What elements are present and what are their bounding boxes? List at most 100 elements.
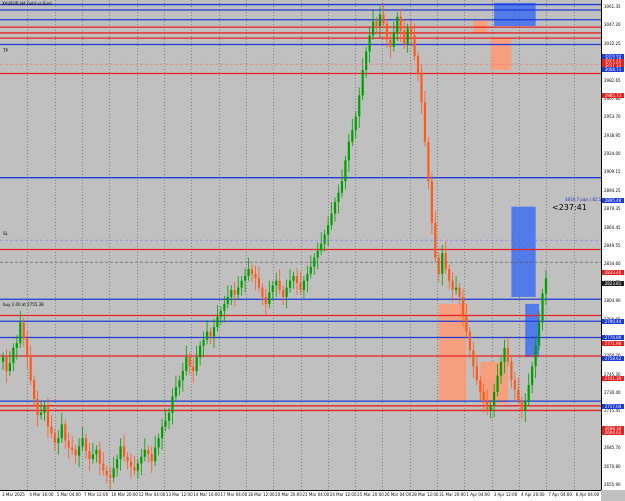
- candle-body: [506, 347, 510, 362]
- price-axis[interactable]: 3061.353047.203032.252997.552982.652967.…: [601, 0, 625, 490]
- candle-body: [195, 357, 198, 372]
- candle-body: [46, 405, 50, 427]
- candle-body: [513, 380, 516, 390]
- candle-body: [39, 412, 43, 416]
- time-axis-label: 3 Mar 2025: [2, 492, 25, 497]
- candle-body: [403, 30, 406, 45]
- candle-body: [244, 276, 247, 281]
- candle-body: [503, 347, 506, 362]
- candle-body: [250, 269, 254, 274]
- candle-body: [202, 339, 205, 346]
- candle-body: [327, 225, 330, 235]
- price-axis-label: 2849.55: [604, 243, 621, 248]
- candle-body: [12, 347, 15, 363]
- price-axis-label: 2685.70: [604, 445, 621, 451]
- candle-body: [185, 357, 188, 372]
- candle-body: [257, 278, 261, 288]
- time-axis-label: 14 Mar 16:00: [193, 492, 220, 497]
- candle-body: [365, 51, 368, 70]
- price-axis-label: 2670.80: [604, 463, 621, 469]
- chart-symbol-header: XAUEUR,H4 Gold vs Euro: [2, 1, 52, 6]
- price-tag: 2694.62: [602, 430, 624, 436]
- candle-body: [406, 28, 409, 45]
- candle-body: [230, 290, 233, 297]
- candle-body: [150, 454, 153, 462]
- candle-body: [112, 468, 115, 478]
- candle-body: [102, 463, 105, 471]
- candle-body: [36, 398, 39, 416]
- candle-body: [378, 14, 382, 26]
- candle-body: [299, 283, 302, 290]
- price-axis-label: 2953.70: [604, 114, 621, 120]
- candle-body: [385, 23, 389, 40]
- candle-body: [105, 470, 108, 476]
- candle-body: [261, 287, 264, 297]
- candle-body: [167, 412, 171, 421]
- candle-body: [292, 276, 295, 281]
- candle-body: [188, 357, 191, 367]
- candle-body: [302, 280, 305, 290]
- candle-body: [320, 243, 323, 251]
- order-zone: [490, 37, 512, 70]
- candle-body: [84, 438, 88, 451]
- candle-body: [60, 424, 63, 439]
- time-axis-label: 17 Mar 04:00: [220, 492, 248, 497]
- candle-body: [275, 280, 278, 286]
- candle-body: [375, 21, 378, 26]
- candle-body: [129, 461, 133, 468]
- candle-body: [510, 361, 513, 381]
- price-tag: 2823.81: [602, 280, 624, 286]
- candle-body: [64, 424, 67, 441]
- price-tag: 2771.98: [602, 340, 624, 346]
- candle-body: [351, 130, 354, 142]
- bar-countdown: <237:41: [552, 203, 587, 212]
- candle-body: [209, 331, 212, 337]
- time-axis-label: 28 Mar 12:00: [411, 492, 439, 497]
- candle-body: [133, 467, 136, 471]
- candle-body: [454, 287, 458, 290]
- candle-body: [247, 269, 250, 277]
- time-axis-label: 1 Apr 04:00: [466, 492, 490, 497]
- order-zone: [473, 19, 488, 33]
- candle-body: [278, 280, 281, 290]
- candle-body: [143, 449, 146, 457]
- candle-body: [95, 449, 98, 455]
- candle-body: [67, 440, 70, 448]
- candle-body: [53, 433, 56, 443]
- candle-body: [489, 405, 492, 411]
- candle-body: [50, 426, 53, 434]
- time-axis-label: 3 Apr 12:00: [493, 492, 518, 497]
- candle-body: [448, 269, 451, 281]
- time-axis[interactable]: 3 Mar 2025 4 Mar 16:00 5 Mar 04:00 7 Mar 12…: [0, 490, 601, 501]
- price-tag: 2790.44: [602, 319, 624, 325]
- candle-body: [472, 350, 475, 367]
- candle-body: [43, 405, 46, 413]
- candle-body: [444, 252, 447, 270]
- price-axis-label: 2909.15: [604, 169, 621, 175]
- price-axis-label: 2655.90: [604, 482, 621, 487]
- time-axis-label: 20 Mar 20:00: [275, 492, 302, 497]
- candle-body: [57, 438, 60, 443]
- price-axis-label: 2924.00: [604, 151, 621, 157]
- candle-body: [288, 280, 292, 288]
- candle-body: [461, 296, 465, 316]
- candle-body: [451, 280, 454, 290]
- candle-body: [268, 292, 271, 304]
- candle-body: [282, 290, 285, 297]
- candle-body: [199, 345, 202, 358]
- candle-body: [354, 116, 357, 131]
- candle-body: [527, 384, 530, 402]
- candle-body: [389, 39, 392, 47]
- tp-label: TP: [3, 48, 8, 53]
- candle-body: [416, 56, 420, 74]
- candle-body: [119, 446, 122, 460]
- candle-body: [430, 181, 433, 223]
- candle-body: [544, 278, 548, 294]
- candle-body: [109, 475, 112, 478]
- candle-body: [482, 391, 485, 402]
- price-chart[interactable]: [0, 0, 625, 500]
- tp-sl-lines: [0, 63, 601, 263]
- time-axis-label: 26 Mar 04:00: [384, 492, 412, 497]
- candle-body: [91, 454, 95, 460]
- time-axis-label: 24 Mar 12:00: [329, 492, 357, 497]
